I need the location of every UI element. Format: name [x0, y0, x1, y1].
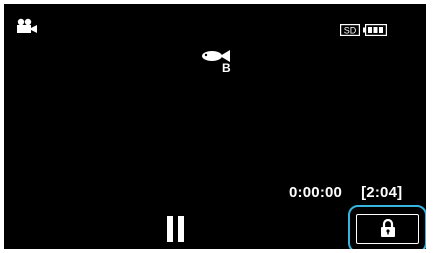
scene-sub-label: B	[222, 61, 231, 75]
video-camera-icon	[17, 18, 37, 33]
remaining-time: [2:04]	[361, 184, 403, 201]
sd-card-icon: SD	[340, 24, 360, 36]
battery-full-icon	[363, 24, 387, 36]
lock-button-frame	[356, 214, 419, 244]
timecode: 0:00:00 [2:04]	[289, 184, 402, 201]
sd-card-label: SD	[344, 25, 357, 35]
pause-icon[interactable]	[167, 216, 185, 242]
lock-icon	[381, 219, 395, 237]
camera-screen: SD B 0:00:00 [2:04]	[4, 4, 426, 249]
lock-button[interactable]	[348, 205, 426, 249]
elapsed-time: 0:00:00	[289, 184, 343, 201]
